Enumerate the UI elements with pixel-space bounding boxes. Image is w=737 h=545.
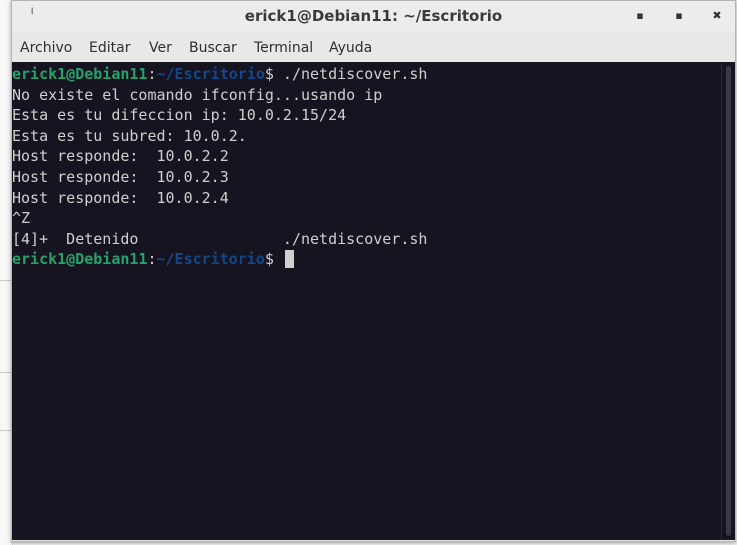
output-line: Esta es tu difeccion ip: 10.0.2.15/24: [12, 106, 347, 125]
window-title: erick1@Debian11: ~/Escritorio: [244, 7, 503, 25]
command-text: ./netdiscover.sh: [273, 65, 428, 83]
prompt-separator: :: [147, 250, 157, 269]
output-line: No existe el comando ifconfig...usando i…: [12, 85, 383, 104]
menu-ayuda[interactable]: Ayuda: [329, 35, 372, 61]
output-line: ^Z: [12, 209, 31, 228]
prompt-path: ~/Escritorio: [156, 65, 265, 83]
scrollbar-thumb[interactable]: [726, 66, 731, 536]
close-icon[interactable]: ✖: [709, 8, 725, 24]
prompt-sign: $: [264, 65, 274, 83]
output-line: [4]+ Detenido ./netdiscover.sh: [12, 229, 428, 248]
prompt-path: ~/Escritorio: [156, 250, 265, 269]
menu-editar[interactable]: Editar: [89, 35, 130, 61]
maximize-icon[interactable]: ▪: [671, 8, 687, 24]
prompt-separator: :: [147, 65, 157, 83]
title-bar[interactable]: ╵ erick1@Debian11: ~/Escritorio ▪ ▪ ✖: [12, 1, 735, 31]
terminal-prompt-line: erick1@Debian11:~/Escritorio$: [12, 249, 427, 270]
menu-buscar[interactable]: Buscar: [189, 35, 237, 61]
menu-archivo[interactable]: Archivo: [20, 35, 72, 61]
text-cursor[interactable]: [284, 249, 294, 268]
output-line: Host responde: 10.0.2.3: [12, 167, 229, 186]
terminal-command-line: erick1@Debian11:~/Escritorio$ ./netdisco…: [12, 64, 427, 85]
menu-terminal[interactable]: Terminal: [254, 35, 313, 61]
terminal-output: erick1@Debian11:~/Escritorio$ ./netdisco…: [12, 64, 427, 270]
menu-bar: Archivo Editar Ver Buscar Terminal Ayuda: [12, 35, 735, 61]
terminal-window: ╵ erick1@Debian11: ~/Escritorio ▪ ▪ ✖ Ar…: [11, 0, 736, 542]
prompt-user-host: erick1@Debian11: [12, 65, 148, 83]
output-line: Esta es tu subred: 10.0.2.: [12, 126, 247, 145]
output-line: Host responde: 10.0.2.4: [12, 188, 229, 207]
prompt-sign: $: [264, 250, 274, 269]
minimize-icon[interactable]: ▪: [632, 8, 648, 24]
menu-ver[interactable]: Ver: [149, 35, 172, 61]
terminal-area[interactable]: erick1@Debian11:~/Escritorio$ ./netdisco…: [12, 62, 721, 540]
prompt-user-host: erick1@Debian11: [12, 250, 148, 269]
terminal-scrollbar[interactable]: [721, 62, 735, 540]
output-line: Host responde: 10.0.2.2: [12, 147, 229, 166]
